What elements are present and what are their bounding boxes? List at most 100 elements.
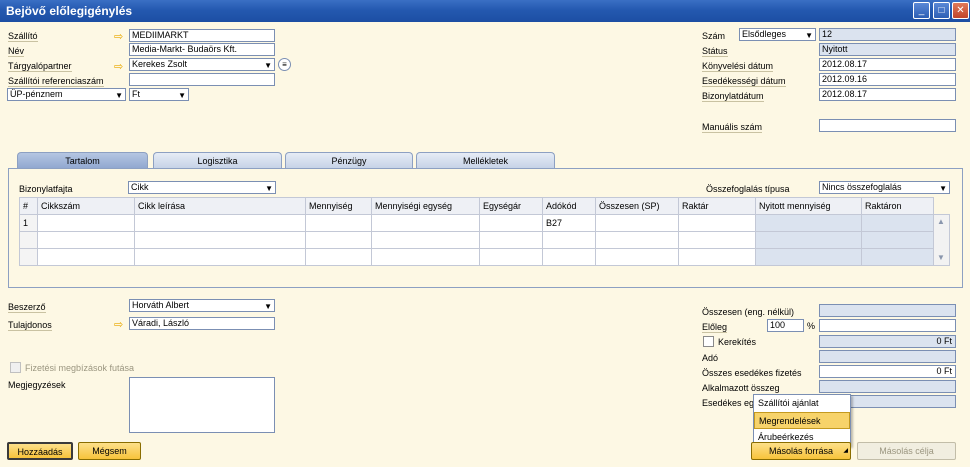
link-arrow-icon[interactable]: ⇨ bbox=[114, 62, 123, 73]
maximize-icon[interactable]: □ bbox=[933, 2, 950, 19]
table-cell[interactable] bbox=[678, 214, 756, 232]
advance-pct-field[interactable]: 100 bbox=[767, 319, 804, 332]
table-cell[interactable] bbox=[371, 248, 480, 266]
tab-logisztika[interactable]: Logisztika bbox=[153, 152, 282, 169]
payment-run-checkbox[interactable] bbox=[10, 362, 21, 373]
manual-number-label: Manuális szám bbox=[702, 122, 763, 133]
items-table: # Cikkszám Cikk leírása Mennyiség Mennyi… bbox=[19, 197, 934, 266]
contact-dropdown[interactable]: Kerekes Zsolt ▼ bbox=[129, 58, 275, 71]
manual-number-field[interactable] bbox=[819, 119, 956, 132]
due-date-label: Esedékességi dátum bbox=[702, 76, 786, 87]
ref-field[interactable] bbox=[129, 73, 275, 86]
currency-value: Ft bbox=[132, 89, 140, 99]
doctype-dropdown[interactable]: Cikk ▼ bbox=[128, 181, 276, 194]
list-icon[interactable]: ≡ bbox=[278, 58, 291, 71]
table-cell[interactable] bbox=[371, 231, 480, 249]
table-cell bbox=[755, 231, 862, 249]
number-field[interactable]: 12 bbox=[819, 28, 956, 41]
total-due-field[interactable]: 0 Ft bbox=[819, 365, 956, 378]
column-header[interactable]: Egységár bbox=[479, 197, 543, 215]
doc-date-label: Bizonylatdátum bbox=[702, 91, 764, 102]
table-cell[interactable] bbox=[37, 231, 135, 249]
table-cell[interactable] bbox=[479, 214, 543, 232]
ref-label: Szállítói referenciaszám bbox=[8, 76, 104, 87]
chevron-up-icon[interactable]: ▲ bbox=[937, 217, 945, 226]
table-cell[interactable] bbox=[479, 231, 543, 249]
table-cell[interactable] bbox=[134, 231, 306, 249]
table-cell[interactable] bbox=[371, 214, 480, 232]
table-cell[interactable]: B27 bbox=[542, 214, 596, 232]
table-scrollbar[interactable]: ▲ ▼ bbox=[933, 214, 950, 266]
column-header[interactable]: Összesen (SP) bbox=[595, 197, 679, 215]
supplier-field[interactable]: MEDIIMARKT bbox=[129, 29, 275, 42]
cancel-button[interactable]: Mégsem bbox=[78, 442, 141, 460]
applied-amount-field bbox=[819, 380, 956, 393]
currency-dropdown[interactable]: Ft ▼ bbox=[129, 88, 189, 101]
table-cell bbox=[861, 231, 934, 249]
minimize-icon[interactable]: _ bbox=[913, 2, 930, 19]
summary-type-dropdown[interactable]: Nincs összefoglalás ▼ bbox=[819, 181, 950, 194]
column-header[interactable]: Adókód bbox=[542, 197, 596, 215]
table-cell[interactable] bbox=[134, 214, 306, 232]
buyer-dropdown[interactable]: Horváth Albert ▼ bbox=[129, 299, 275, 312]
column-header[interactable]: Nyitott mennyiség bbox=[755, 197, 862, 215]
table-cell[interactable] bbox=[305, 231, 372, 249]
column-header[interactable]: Mennyiség bbox=[305, 197, 372, 215]
copy-from-button[interactable]: Másolás forrása ◢ bbox=[751, 442, 851, 460]
table-cell[interactable] bbox=[542, 248, 596, 266]
tab-mellekletek[interactable]: Mellékletek bbox=[416, 152, 555, 169]
chevron-down-icon[interactable]: ▼ bbox=[937, 253, 945, 262]
due-date-field[interactable]: 2012.09.16 bbox=[819, 73, 956, 86]
column-header[interactable]: Cikkszám bbox=[37, 197, 135, 215]
column-header[interactable]: Cikk leírása bbox=[134, 197, 306, 215]
percent-sign: % bbox=[807, 321, 816, 331]
advance-amount-field[interactable] bbox=[819, 319, 956, 332]
remarks-textarea[interactable] bbox=[129, 377, 275, 433]
add-button[interactable]: Hozzáadás bbox=[7, 442, 73, 460]
rounding-label: Kerekítés bbox=[718, 337, 757, 347]
copy-from-menu: Szállítói ajánlat Megrendelések Árubeérk… bbox=[753, 394, 851, 446]
table-cell[interactable] bbox=[595, 248, 679, 266]
chevron-down-icon: ▼ bbox=[939, 184, 947, 193]
doc-date-field[interactable]: 2012.08.17 bbox=[819, 88, 956, 101]
table-cell[interactable] bbox=[542, 231, 596, 249]
link-arrow-icon[interactable]: ⇨ bbox=[114, 32, 123, 43]
rounding-checkbox[interactable] bbox=[703, 336, 714, 347]
column-header[interactable]: Raktár bbox=[678, 197, 756, 215]
table-cell[interactable] bbox=[479, 248, 543, 266]
column-header[interactable]: Mennyiségi egység bbox=[371, 197, 480, 215]
posting-date-field[interactable]: 2012.08.17 bbox=[819, 58, 956, 71]
menu-item-supplier-quote[interactable]: Szállítói ajánlat bbox=[754, 395, 850, 412]
table-cell[interactable] bbox=[134, 248, 306, 266]
total-before-label: Összesen (eng. nélkül) bbox=[702, 307, 795, 317]
column-header[interactable]: Raktáron bbox=[861, 197, 934, 215]
owner-field[interactable]: Váradi, László bbox=[129, 317, 275, 330]
column-header[interactable]: # bbox=[19, 197, 38, 215]
close-icon[interactable]: ✕ bbox=[952, 2, 969, 19]
table-cell[interactable] bbox=[678, 231, 756, 249]
table-cell[interactable] bbox=[37, 248, 135, 266]
table-cell bbox=[19, 231, 38, 249]
chevron-down-icon: ▼ bbox=[178, 91, 186, 100]
menu-item-purchase-orders[interactable]: Megrendelések bbox=[754, 412, 850, 429]
tab-tartalom[interactable]: Tartalom bbox=[17, 152, 148, 169]
table-cell[interactable] bbox=[595, 214, 679, 232]
table-cell[interactable] bbox=[37, 214, 135, 232]
copy-to-button[interactable]: Másolás célja bbox=[857, 442, 956, 460]
tax-label: Adó bbox=[702, 353, 719, 363]
tab-penzugy[interactable]: Pénzügy bbox=[285, 152, 413, 169]
currency-type-value: ÜP-pénznem bbox=[10, 89, 63, 99]
table-row[interactable]: 1 B27 bbox=[19, 214, 934, 232]
table-row[interactable] bbox=[19, 248, 934, 266]
tax-field bbox=[819, 350, 956, 363]
table-row[interactable] bbox=[19, 231, 934, 249]
name-field[interactable]: Media-Markt- Budaörs Kft. bbox=[129, 43, 275, 56]
currency-type-dropdown[interactable]: ÜP-pénznem ▼ bbox=[7, 88, 126, 101]
table-cell[interactable] bbox=[305, 214, 372, 232]
link-arrow-icon[interactable]: ⇨ bbox=[114, 320, 123, 331]
table-cell[interactable] bbox=[678, 248, 756, 266]
name-label: Név bbox=[8, 46, 25, 57]
table-cell[interactable] bbox=[305, 248, 372, 266]
table-cell[interactable] bbox=[595, 231, 679, 249]
series-dropdown[interactable]: Elsődleges ▼ bbox=[739, 28, 816, 41]
